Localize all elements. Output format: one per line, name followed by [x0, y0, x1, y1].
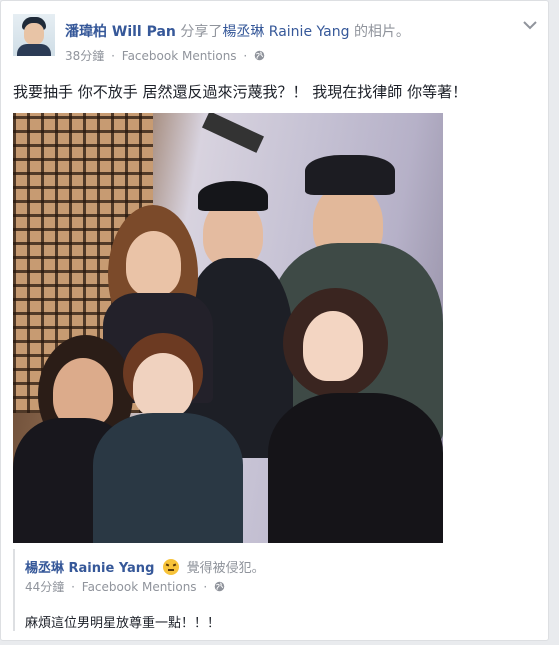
shared-from-link[interactable]: 楊丞琳 Rainie Yang [222, 24, 349, 40]
author-name-link[interactable]: 潘瑋柏 Will Pan [65, 24, 176, 40]
photo-person [268, 393, 443, 543]
action-text: 分享了 [180, 24, 223, 40]
author-avatar[interactable] [13, 14, 55, 56]
shared-app-link[interactable]: Facebook Mentions [82, 580, 197, 594]
photo-cap [198, 181, 268, 211]
post-timestamp[interactable]: 38分鐘 [65, 49, 104, 63]
meta-separator: · [71, 580, 75, 594]
photo-hat [305, 155, 395, 195]
shared-post-meta: 44分鐘 · Facebook Mentions · [25, 578, 225, 595]
globe-icon[interactable] [214, 581, 225, 592]
shared-feeling: 覺得被侵犯。 [186, 561, 265, 576]
shared-post-message: 麻煩這位男明星放尊重一點！！！ [25, 616, 221, 631]
post-card: 潘瑋柏 Will Pan 分享了楊丞琳 Rainie Yang 的相片。 38分… [0, 0, 549, 641]
globe-icon[interactable] [254, 50, 265, 61]
post-meta: 38分鐘 · Facebook Mentions · [65, 47, 265, 64]
photo-person [93, 413, 243, 543]
post-photo[interactable] [13, 113, 443, 543]
meta-separator: · [243, 49, 248, 63]
post-headline: 潘瑋柏 Will Pan 分享了楊丞琳 Rainie Yang 的相片。 [65, 21, 410, 41]
shared-post-divider [13, 549, 15, 631]
post-app-link[interactable]: Facebook Mentions [122, 49, 237, 63]
shared-timestamp[interactable]: 44分鐘 [25, 580, 64, 594]
photo-person [126, 231, 181, 296]
photo-person [133, 353, 193, 418]
headline-suffix: 的相片。 [353, 24, 410, 40]
post-message: 我要抽手 你不放手 居然還反過來污蔑我？！ 我現在找律師 你等著！ [13, 83, 468, 101]
shared-post-header: 楊丞琳 Rainie Yang 覺得被侵犯。 [25, 557, 265, 576]
chevron-down-icon[interactable] [523, 21, 537, 31]
shared-author-link[interactable]: 楊丞琳 Rainie Yang [25, 561, 154, 576]
photo-person [303, 311, 363, 381]
meta-separator: · [111, 49, 115, 63]
avatar-face [24, 23, 44, 45]
photo-ceiling-light [202, 113, 264, 153]
angry-face-icon [162, 559, 179, 575]
avatar-body [17, 44, 51, 56]
meta-separator: · [203, 580, 208, 594]
